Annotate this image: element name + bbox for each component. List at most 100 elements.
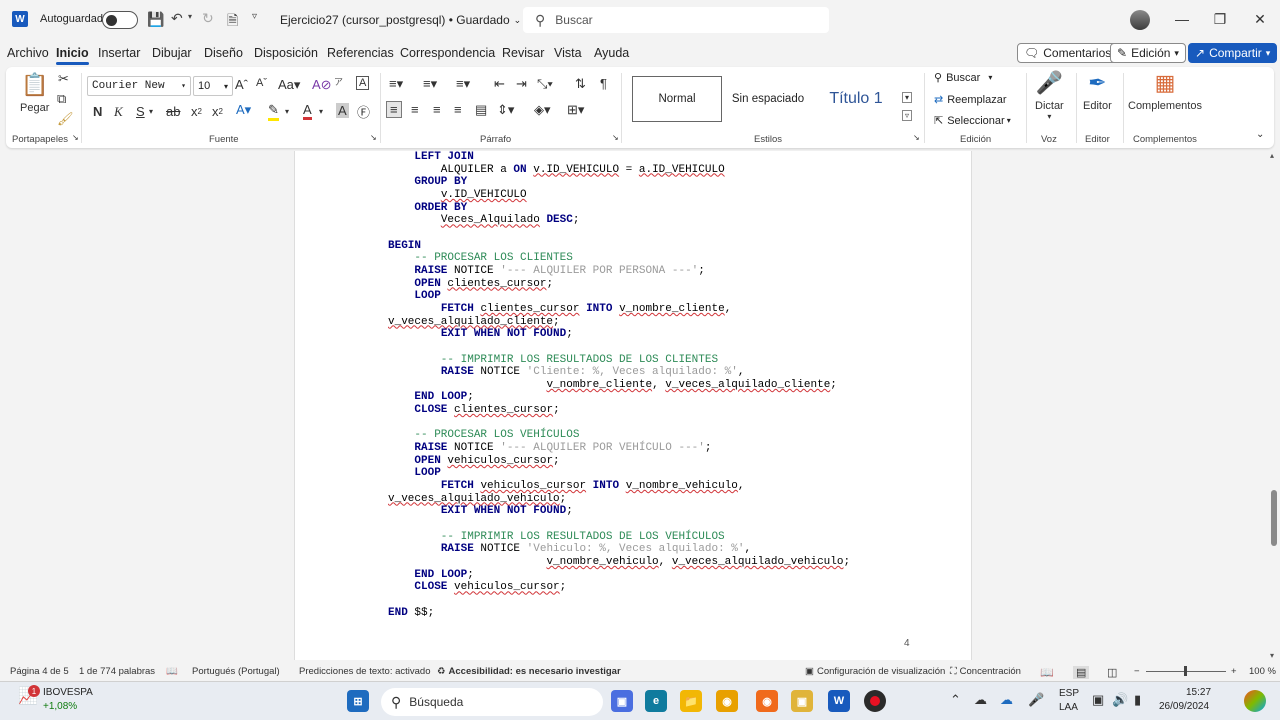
font-name-select[interactable]: Courier New ▾	[87, 76, 191, 96]
align-center-icon[interactable]: ≡	[411, 102, 419, 117]
italic-icon[interactable]: K	[114, 104, 123, 120]
chrome-icon[interactable]: ◉	[716, 690, 738, 712]
copy-icon[interactable]: ⧉	[57, 91, 66, 107]
tab-diseno[interactable]: Diseño	[204, 46, 243, 60]
archive-icon[interactable]: ▣	[791, 690, 813, 712]
highlight-icon[interactable]: ✎	[268, 102, 279, 121]
close-icon[interactable]: ✕	[1250, 11, 1270, 28]
addins-button[interactable]: ▦ Complementos	[1128, 70, 1202, 112]
char-shading-icon[interactable]: A	[336, 103, 349, 118]
autosave-toggle[interactable]	[102, 11, 138, 29]
document-page[interactable]: LEFT JOIN ALQUILER a ON v.ID_VEHICULO = …	[294, 151, 972, 660]
code-line[interactable]: LEFT JOIN	[388, 151, 850, 164]
lang-code[interactable]: ESP	[1059, 688, 1079, 699]
read-mode-icon[interactable]: 📖	[1040, 666, 1054, 679]
undo-icon[interactable]: ↶	[171, 10, 183, 27]
document-title[interactable]: Ejercicio27 (cursor_postgresql) • Guarda…	[280, 13, 521, 27]
increase-indent-icon[interactable]: ⇥	[516, 76, 527, 92]
accessibility-status[interactable]: ♻ Accesibilidad: es necesario investigar	[437, 666, 621, 677]
styles-more-icon[interactable]: ▿	[902, 110, 913, 121]
styles-scroll-down-icon[interactable]: ▾	[902, 92, 913, 103]
style-heading-1[interactable]: Título 1	[816, 76, 896, 122]
code-line[interactable]: v_nombre_cliente, v_veces_alquilado_clie…	[388, 379, 850, 392]
clear-format-icon[interactable]: A⊘	[312, 77, 332, 93]
underline-icon[interactable]: S	[136, 104, 145, 119]
code-line[interactable]: GROUP BY	[388, 176, 850, 189]
cut-icon[interactable]: ✂	[58, 71, 69, 87]
format-painter-icon[interactable]: 🖌	[57, 111, 74, 127]
editor-button[interactable]: ✒ Editor	[1083, 70, 1112, 112]
shrink-font-icon[interactable]: Aˇ	[256, 77, 267, 89]
code-line[interactable]: FETCH clientes_cursor INTO v_nombre_clie…	[388, 303, 850, 316]
code-line[interactable]: END $$;	[388, 607, 850, 620]
strikethrough-icon[interactable]: ab	[166, 104, 180, 119]
decrease-indent-icon[interactable]: ⇤	[494, 76, 505, 92]
code-line[interactable]: v.ID_VEHICULO	[388, 189, 850, 202]
language-status[interactable]: Portugués (Portugal)	[192, 666, 280, 677]
sort-icon[interactable]: ⇅	[575, 76, 586, 92]
multilevel-list-icon[interactable]: ≡▾	[456, 76, 470, 92]
recorder-icon[interactable]	[864, 690, 886, 712]
find-button[interactable]: ⚲ Buscar ▾	[934, 71, 992, 85]
code-line[interactable]	[388, 594, 850, 607]
editing-mode-button[interactable]: ✎ Edición ▾	[1110, 43, 1186, 63]
subscript-icon[interactable]: x2	[191, 104, 202, 119]
dictate-button[interactable]: 🎤 Dictar ▾	[1035, 70, 1064, 121]
select-button[interactable]: ⇱ Seleccionar ▾	[934, 114, 1011, 128]
code-line[interactable]: -- IMPRIMIR LOS RESULTADOS DE LOS VEHÍCU…	[388, 531, 850, 544]
volume-icon[interactable]: 🔊	[1112, 692, 1128, 708]
code-line[interactable]: RAISE NOTICE '--- ALQUILER POR VEHÍCULO …	[388, 442, 850, 455]
code-line[interactable]	[388, 518, 850, 531]
network-icon[interactable]: ▣	[1092, 692, 1104, 708]
word-count[interactable]: 1 de 774 palabras	[79, 666, 155, 677]
word-taskbar-icon[interactable]: W	[828, 690, 850, 712]
zoom-slider[interactable]	[1146, 666, 1226, 676]
chevron-down-icon[interactable]: ▾	[319, 107, 323, 116]
borders-icon[interactable]: ⊞▾	[567, 102, 584, 118]
style-no-spacing[interactable]: Sin espaciado	[728, 76, 808, 122]
code-line[interactable]: -- IMPRIMIR LOS RESULTADOS DE LOS CLIENT…	[388, 354, 850, 367]
code-line[interactable]: RAISE NOTICE 'Cliente: %, Veces alquilad…	[388, 366, 850, 379]
battery-icon[interactable]: ▮	[1134, 692, 1141, 708]
minimize-icon[interactable]: —	[1172, 11, 1192, 27]
zoom-in-icon[interactable]: +	[1231, 666, 1237, 677]
align-left-icon[interactable]: ≡	[386, 101, 402, 118]
numbering-icon[interactable]: ≡▾	[423, 76, 437, 92]
avatar[interactable]	[1130, 10, 1150, 30]
code-line[interactable]: EXIT WHEN NOT FOUND;	[388, 328, 850, 341]
code-block[interactable]: LEFT JOIN ALQUILER a ON v.ID_VEHICULO = …	[388, 151, 850, 619]
justify-icon[interactable]: ≡	[454, 102, 462, 117]
code-line[interactable]: v_veces_alquilado_cliente;	[388, 316, 850, 329]
distributed-icon[interactable]: ▤	[475, 102, 487, 118]
superscript-icon[interactable]: x2	[212, 104, 223, 119]
vertical-scrollbar[interactable]: ▴ ▾	[1268, 151, 1280, 660]
enclose-chars-icon[interactable]: Ⓕ	[357, 102, 370, 121]
shading-icon[interactable]: ◈▾	[534, 102, 551, 118]
change-case-icon[interactable]: Aa▾	[278, 77, 300, 93]
edge-icon[interactable]: e	[645, 690, 667, 712]
code-line[interactable]: RAISE NOTICE '--- ALQUILER POR PERSONA -…	[388, 265, 850, 278]
print-preview-icon[interactable]: 🗎	[227, 10, 238, 34]
code-line[interactable]: EXIT WHEN NOT FOUND;	[388, 505, 850, 518]
code-line[interactable]: ALQUILER a ON v.ID_VEHICULO = a.ID_VEHIC…	[388, 164, 850, 177]
text-effects-icon[interactable]: A▾	[236, 102, 251, 118]
tab-referencias[interactable]: Referencias	[327, 46, 394, 60]
grow-font-icon[interactable]: Aˆ	[235, 77, 248, 92]
asian-layout-icon[interactable]: ⤡▾	[537, 76, 553, 92]
tab-revisar[interactable]: Revisar	[502, 46, 544, 60]
taskbar-search[interactable]: ⚲ Búsqueda	[381, 688, 603, 716]
page-count[interactable]: Página 4 de 5	[10, 666, 69, 677]
zoom-level[interactable]: 100 %	[1249, 666, 1276, 677]
dialog-launcher-icon[interactable]: ↘	[72, 133, 79, 142]
maximize-icon[interactable]: ❐	[1210, 11, 1230, 28]
start-icon[interactable]: ⊞	[347, 690, 369, 712]
align-right-icon[interactable]: ≡	[433, 102, 441, 117]
show-marks-icon[interactable]: ¶	[600, 76, 607, 91]
code-line[interactable]: -- PROCESAR LOS VEHÍCULOS	[388, 429, 850, 442]
cloud-icon[interactable]: ☁	[974, 692, 987, 708]
code-line[interactable]	[388, 227, 850, 240]
code-line[interactable]: CLOSE vehiculos_cursor;	[388, 581, 850, 594]
replace-button[interactable]: ⇄ Reemplazar	[934, 93, 1007, 107]
code-line[interactable]: END LOOP;	[388, 569, 850, 582]
dialog-launcher-icon[interactable]: ↘	[370, 133, 377, 142]
